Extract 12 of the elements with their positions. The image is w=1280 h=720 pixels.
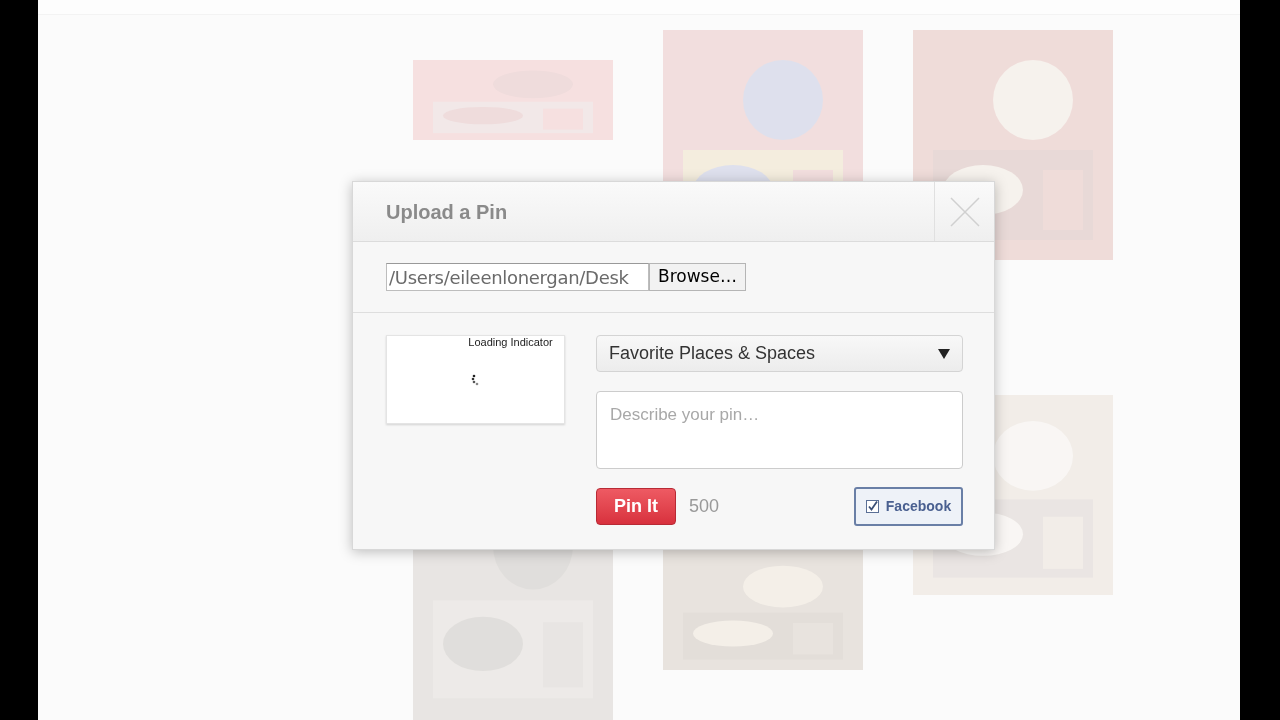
loading-spinner-icon	[470, 374, 481, 386]
dialog-title: Upload a Pin	[386, 199, 508, 225]
browse-button[interactable]: Browse…	[649, 263, 746, 291]
dropdown-arrow-icon	[938, 348, 950, 359]
file-path-field[interactable]: /Users/eileenlonergan/Desk	[386, 263, 649, 291]
close-icon	[948, 195, 981, 228]
pin-it-button[interactable]: Pin It	[596, 488, 676, 525]
preview-label: Loading Indicator	[468, 336, 553, 348]
character-count: 500	[689, 495, 720, 518]
description-field[interactable]: Describe your pin…	[596, 391, 963, 469]
facebook-toggle[interactable]: Facebook	[854, 487, 963, 526]
board-select[interactable]: Favorite Places & Spaces	[596, 335, 963, 372]
